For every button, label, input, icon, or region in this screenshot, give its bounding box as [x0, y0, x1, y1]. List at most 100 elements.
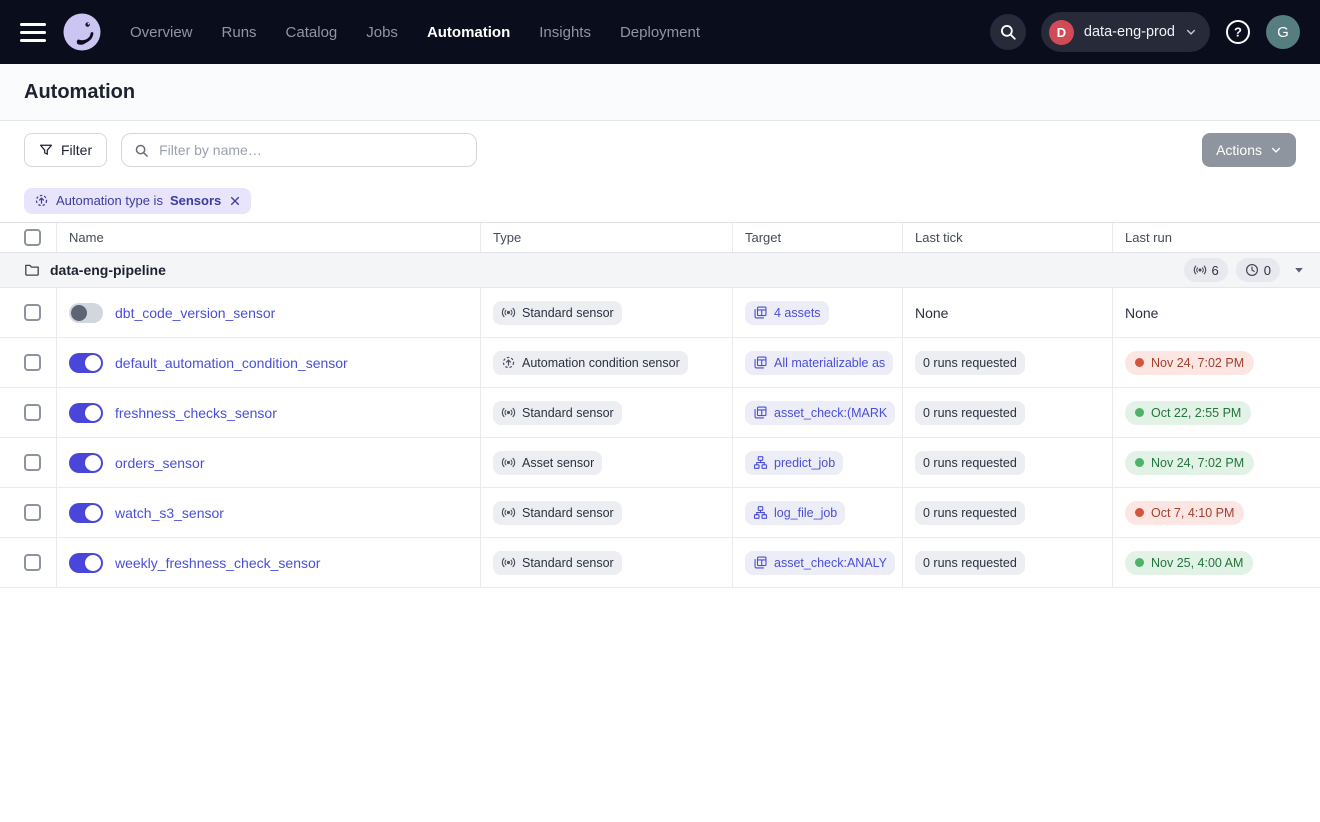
status-dot-icon — [1135, 408, 1144, 417]
job-icon — [753, 455, 768, 470]
target-cell: log_file_job — [732, 488, 902, 537]
code-location-name: data-eng-pipeline — [50, 262, 166, 278]
table-row: dbt_code_version_sensor Standard sensor 4 … — [0, 288, 1320, 338]
nav-item-insights[interactable]: Insights — [539, 24, 591, 41]
target-tag[interactable]: All materializable as — [745, 351, 893, 375]
sensor-name-link[interactable]: dbt_code_version_sensor — [115, 305, 275, 321]
sensor-toggle[interactable] — [69, 503, 103, 523]
column-header-name: Name — [56, 223, 480, 252]
sensor-toggle[interactable] — [69, 403, 103, 423]
sensor-name-link[interactable]: watch_s3_sensor — [115, 505, 224, 521]
deployment-badge: D — [1049, 20, 1074, 45]
nav-item-deployment[interactable]: Deployment — [620, 24, 700, 41]
actions-button[interactable]: Actions — [1202, 133, 1296, 167]
nav-items: Overview Runs Catalog Jobs Automation Insight… — [130, 24, 700, 41]
name-filter-input[interactable] — [157, 141, 464, 159]
last-run-none: None — [1125, 305, 1158, 321]
sensor-toggle[interactable] — [69, 303, 103, 323]
type-cell: Automation condition sensor — [480, 338, 732, 387]
hamburger-menu-icon[interactable] — [20, 23, 46, 42]
row-checkbox[interactable] — [24, 554, 41, 571]
clock-icon — [1245, 263, 1259, 277]
nav-item-jobs[interactable]: Jobs — [366, 24, 398, 41]
last-run-cell: Nov 24, 7:02 PM — [1112, 338, 1320, 387]
svg-text:?: ? — [1234, 25, 1242, 40]
name-cell: dbt_code_version_sensor — [56, 288, 480, 337]
filter-button[interactable]: Filter — [24, 133, 107, 167]
last-run-cell: Oct 22, 2:55 PM — [1112, 388, 1320, 437]
target-tag[interactable]: 4 assets — [745, 301, 829, 325]
close-icon[interactable] — [229, 195, 241, 207]
automation-icon — [34, 193, 49, 208]
dagster-logo-icon[interactable] — [62, 12, 102, 52]
type-cell: Standard sensor — [480, 288, 732, 337]
column-header-type: Type — [480, 223, 732, 252]
row-checkbox[interactable] — [24, 404, 41, 421]
table-row: default_automation_condition_sensor Autom… — [0, 338, 1320, 388]
last-tick-pill: 0 runs requested — [915, 401, 1025, 425]
target-cell: All materializable as — [732, 338, 902, 387]
last-run-pill[interactable]: Oct 7, 4:10 PM — [1125, 501, 1244, 525]
last-run-pill[interactable]: Nov 25, 4:00 AM — [1125, 551, 1253, 575]
page-title: Automation — [24, 81, 135, 104]
code-location-group-row[interactable]: data-eng-pipeline 6 0 — [0, 253, 1320, 288]
deployment-switcher[interactable]: D data-eng-prod — [1041, 12, 1210, 52]
row-checkbox[interactable] — [24, 504, 41, 521]
nav-item-automation[interactable]: Automation — [427, 24, 510, 41]
row-checkbox[interactable] — [24, 304, 41, 321]
row-checkbox[interactable] — [24, 454, 41, 471]
last-run-pill[interactable]: Nov 24, 7:02 PM — [1125, 351, 1254, 375]
target-tag[interactable]: asset_check:ANALY — [745, 551, 895, 575]
last-tick-cell: 0 runs requested — [902, 488, 1112, 537]
caret-down-icon[interactable] — [1294, 265, 1304, 275]
last-run-pill[interactable]: Oct 22, 2:55 PM — [1125, 401, 1251, 425]
select-all-checkbox[interactable] — [24, 229, 41, 246]
target-cell: 4 assets — [732, 288, 902, 337]
group-summary: 6 0 — [1184, 258, 1304, 282]
row-select-cell — [0, 488, 56, 537]
filter-chip-automation-type[interactable]: Automation type is Sensors — [24, 188, 251, 214]
last-run-pill[interactable]: Nov 24, 7:02 PM — [1125, 451, 1254, 475]
sensor-toggle[interactable] — [69, 453, 103, 473]
type-tag: Standard sensor — [493, 301, 622, 325]
last-tick-cell: 0 runs requested — [902, 438, 1112, 487]
sensor-toggle[interactable] — [69, 553, 103, 573]
row-select-cell — [0, 338, 56, 387]
asset-icon — [753, 405, 768, 420]
type-tag: Standard sensor — [493, 401, 622, 425]
filter-chip-label: Automation type is — [56, 193, 163, 208]
name-cell: default_automation_condition_sensor — [56, 338, 480, 387]
sensor-toggle[interactable] — [69, 353, 103, 373]
last-tick-cell: 0 runs requested — [902, 388, 1112, 437]
nav-item-catalog[interactable]: Catalog — [286, 24, 338, 41]
last-run-cell: None — [1112, 288, 1320, 337]
sensor-name-link[interactable]: freshness_checks_sensor — [115, 405, 277, 421]
global-search-button[interactable] — [990, 14, 1026, 50]
target-tag[interactable]: predict_job — [745, 451, 843, 475]
column-header-last-tick: Last tick — [902, 223, 1112, 252]
type-cell: Standard sensor — [480, 538, 732, 587]
nav-item-runs[interactable]: Runs — [222, 24, 257, 41]
toolbar: Filter Actions — [0, 121, 1320, 179]
deployment-name: data-eng-prod — [1084, 24, 1175, 40]
nav-item-overview[interactable]: Overview — [130, 24, 193, 41]
chevron-down-icon — [1270, 144, 1282, 156]
sensor-icon — [501, 505, 516, 520]
help-button[interactable]: ? — [1225, 19, 1251, 45]
chevron-down-icon — [1185, 26, 1197, 38]
target-tag[interactable]: asset_check:(MARK — [745, 401, 895, 425]
sensor-name-link[interactable]: weekly_freshness_check_sensor — [115, 555, 320, 571]
target-cell: asset_check:ANALY — [732, 538, 902, 587]
funnel-icon — [39, 143, 53, 157]
row-checkbox[interactable] — [24, 354, 41, 371]
type-tag: Standard sensor — [493, 551, 622, 575]
user-avatar[interactable]: G — [1266, 15, 1300, 49]
schedule-count-badge: 0 — [1236, 258, 1280, 282]
sensor-name-link[interactable]: default_automation_condition_sensor — [115, 355, 348, 371]
target-cell: asset_check:(MARK — [732, 388, 902, 437]
name-filter-field — [121, 133, 477, 167]
last-run-cell: Oct 7, 4:10 PM — [1112, 488, 1320, 537]
target-tag[interactable]: log_file_job — [745, 501, 845, 525]
table-row: freshness_checks_sensor Standard sensor as… — [0, 388, 1320, 438]
sensor-name-link[interactable]: orders_sensor — [115, 455, 205, 471]
